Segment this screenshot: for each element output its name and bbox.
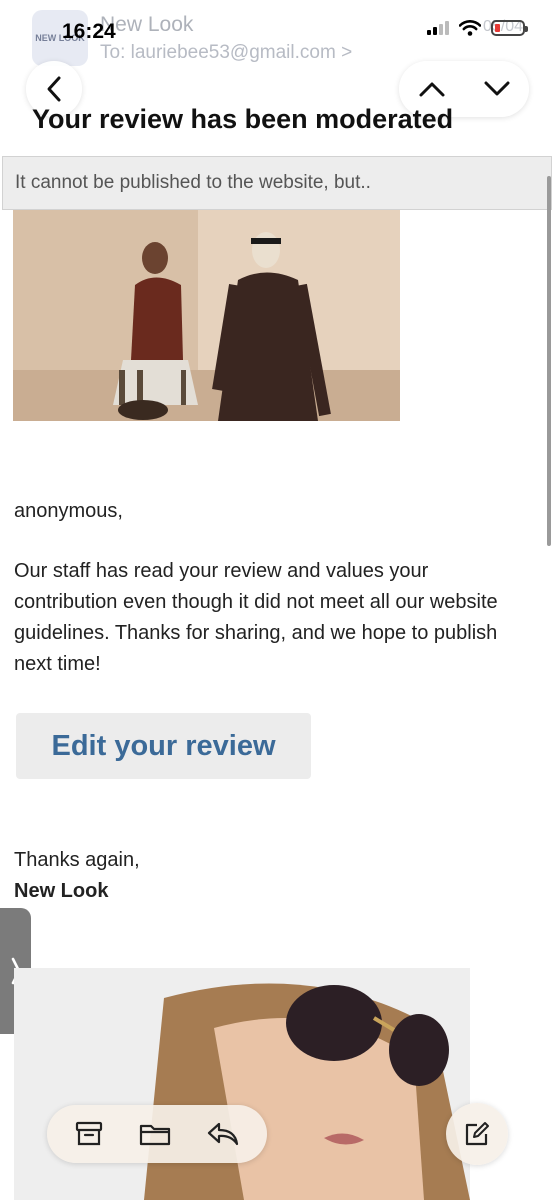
reply-icon[interactable] bbox=[207, 1121, 239, 1147]
bottom-toolbar bbox=[47, 1105, 267, 1163]
email-screen: NEW LOOK New Look To: lauriebee53@gmail.… bbox=[0, 0, 555, 1200]
compose-icon bbox=[465, 1122, 489, 1146]
email-preheader: It cannot be published to the website, b… bbox=[2, 156, 552, 210]
wifi-icon bbox=[459, 20, 481, 36]
battery-icon bbox=[491, 20, 528, 36]
folder-icon[interactable] bbox=[139, 1122, 171, 1146]
cellular-signal-icon bbox=[427, 21, 449, 35]
edit-review-button[interactable]: Edit your review bbox=[16, 713, 311, 779]
message-body: Our staff has read your review and value… bbox=[14, 560, 498, 675]
signoff: Thanks again, bbox=[14, 849, 140, 871]
greeting: anonymous, bbox=[14, 500, 123, 522]
status-time: 16:24 bbox=[62, 20, 116, 43]
signature-brand: New Look bbox=[14, 880, 109, 902]
hero-image-sunglasses[interactable] bbox=[14, 968, 470, 1200]
status-icons bbox=[427, 20, 528, 36]
chevron-up-icon[interactable] bbox=[418, 80, 446, 98]
scroll-indicator[interactable] bbox=[547, 176, 551, 546]
hero-image-models[interactable] bbox=[13, 210, 400, 421]
email-subject: Your review has been moderated bbox=[32, 104, 454, 134]
chevron-down-icon[interactable] bbox=[483, 80, 511, 98]
chevron-left-icon bbox=[47, 76, 61, 102]
compose-button[interactable] bbox=[446, 1103, 508, 1165]
archive-icon[interactable] bbox=[75, 1121, 103, 1147]
recipient-line[interactable]: To: lauriebee53@gmail.com > bbox=[100, 42, 352, 64]
